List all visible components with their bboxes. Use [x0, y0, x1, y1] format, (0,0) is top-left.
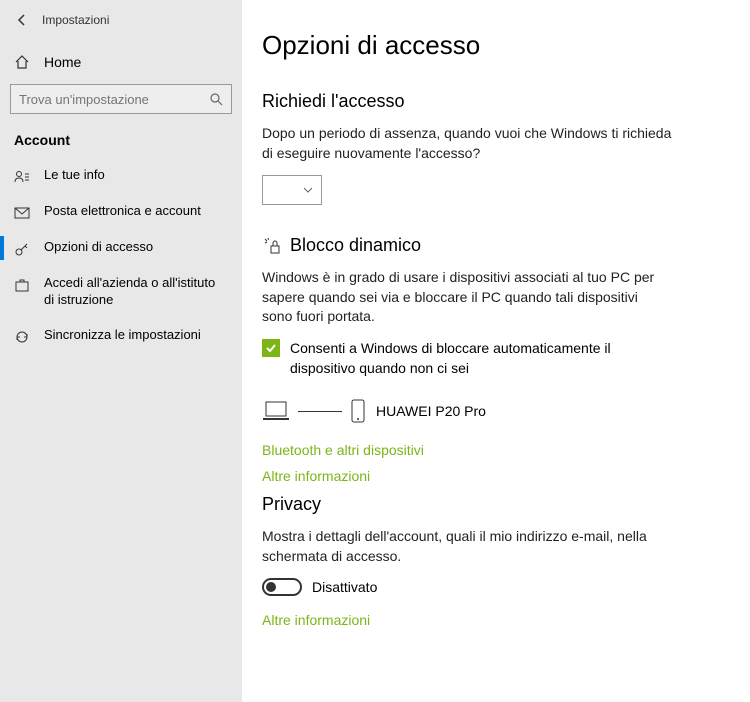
app-title: Impostazioni — [42, 13, 109, 27]
search-wrap — [0, 84, 242, 114]
search-input[interactable] — [19, 92, 209, 107]
user-icon — [14, 169, 30, 185]
home-label: Home — [44, 54, 81, 70]
sidebar-item-signin-options[interactable]: Opzioni di accesso — [0, 230, 242, 266]
phone-icon — [350, 398, 366, 424]
nav-label: Opzioni di accesso — [44, 239, 153, 256]
privacy-title: Privacy — [262, 494, 720, 515]
sidebar-item-your-info[interactable]: Le tue info — [0, 158, 242, 194]
dynamic-lock-checkbox-label: Consenti a Windows di bloccare automatic… — [290, 339, 660, 378]
search-box[interactable] — [10, 84, 232, 114]
privacy-more-info-link[interactable]: Altre informazioni — [262, 612, 720, 628]
sync-icon — [14, 329, 30, 345]
nav-label: Accedi all'azienda o all'istituto di ist… — [44, 275, 228, 309]
back-button[interactable] — [12, 10, 32, 30]
search-icon — [209, 92, 223, 106]
dynamic-more-info-link[interactable]: Altre informazioni — [262, 468, 720, 484]
briefcase-icon — [14, 277, 30, 293]
require-signin-title: Richiedi l'accesso — [262, 91, 720, 112]
laptop-icon — [262, 400, 290, 422]
topbar: Impostazioni — [0, 0, 242, 34]
dynamic-lock-title: Blocco dinamico — [262, 235, 720, 256]
privacy-toggle-label: Disattivato — [312, 579, 377, 595]
require-signin-dropdown[interactable] — [262, 175, 322, 205]
home-icon — [14, 54, 30, 70]
device-name: HUAWEI P20 Pro — [376, 403, 486, 419]
dynamic-lock-checkbox[interactable] — [262, 339, 280, 357]
sidebar-home[interactable]: Home — [0, 44, 242, 80]
chevron-down-icon — [303, 187, 313, 193]
sidebar-item-work-school[interactable]: Accedi all'azienda o all'istituto di ist… — [0, 266, 242, 318]
device-link-line — [298, 411, 342, 412]
mail-icon — [14, 205, 30, 221]
sidebar: Impostazioni Home Account Le tue info Po… — [0, 0, 242, 702]
dynamic-lock-text: Windows è in grado di usare i dispositiv… — [262, 268, 672, 327]
dynamic-lock-checkbox-row: Consenti a Windows di bloccare automatic… — [262, 339, 720, 378]
privacy-text: Mostra i dettagli dell'account, quali il… — [262, 527, 672, 566]
privacy-toggle-row: Disattivato — [262, 578, 720, 596]
dynamic-lock-icon — [262, 236, 282, 256]
nav-label: Posta elettronica e account — [44, 203, 201, 220]
sidebar-item-email[interactable]: Posta elettronica e account — [0, 194, 242, 230]
key-icon — [14, 241, 30, 257]
dynamic-lock-title-text: Blocco dinamico — [290, 235, 421, 256]
nav-label: Sincronizza le impostazioni — [44, 327, 201, 344]
sidebar-item-sync[interactable]: Sincronizza le impostazioni — [0, 318, 242, 354]
sidebar-section-title: Account — [0, 114, 242, 158]
bluetooth-link[interactable]: Bluetooth e altri dispositivi — [262, 442, 720, 458]
page-title: Opzioni di accesso — [262, 30, 720, 61]
device-row: HUAWEI P20 Pro — [262, 398, 720, 424]
privacy-toggle[interactable] — [262, 578, 302, 596]
nav-label: Le tue info — [44, 167, 105, 184]
require-signin-text: Dopo un periodo di assenza, quando vuoi … — [262, 124, 672, 163]
main-content: Opzioni di accesso Richiedi l'accesso Do… — [242, 0, 750, 702]
